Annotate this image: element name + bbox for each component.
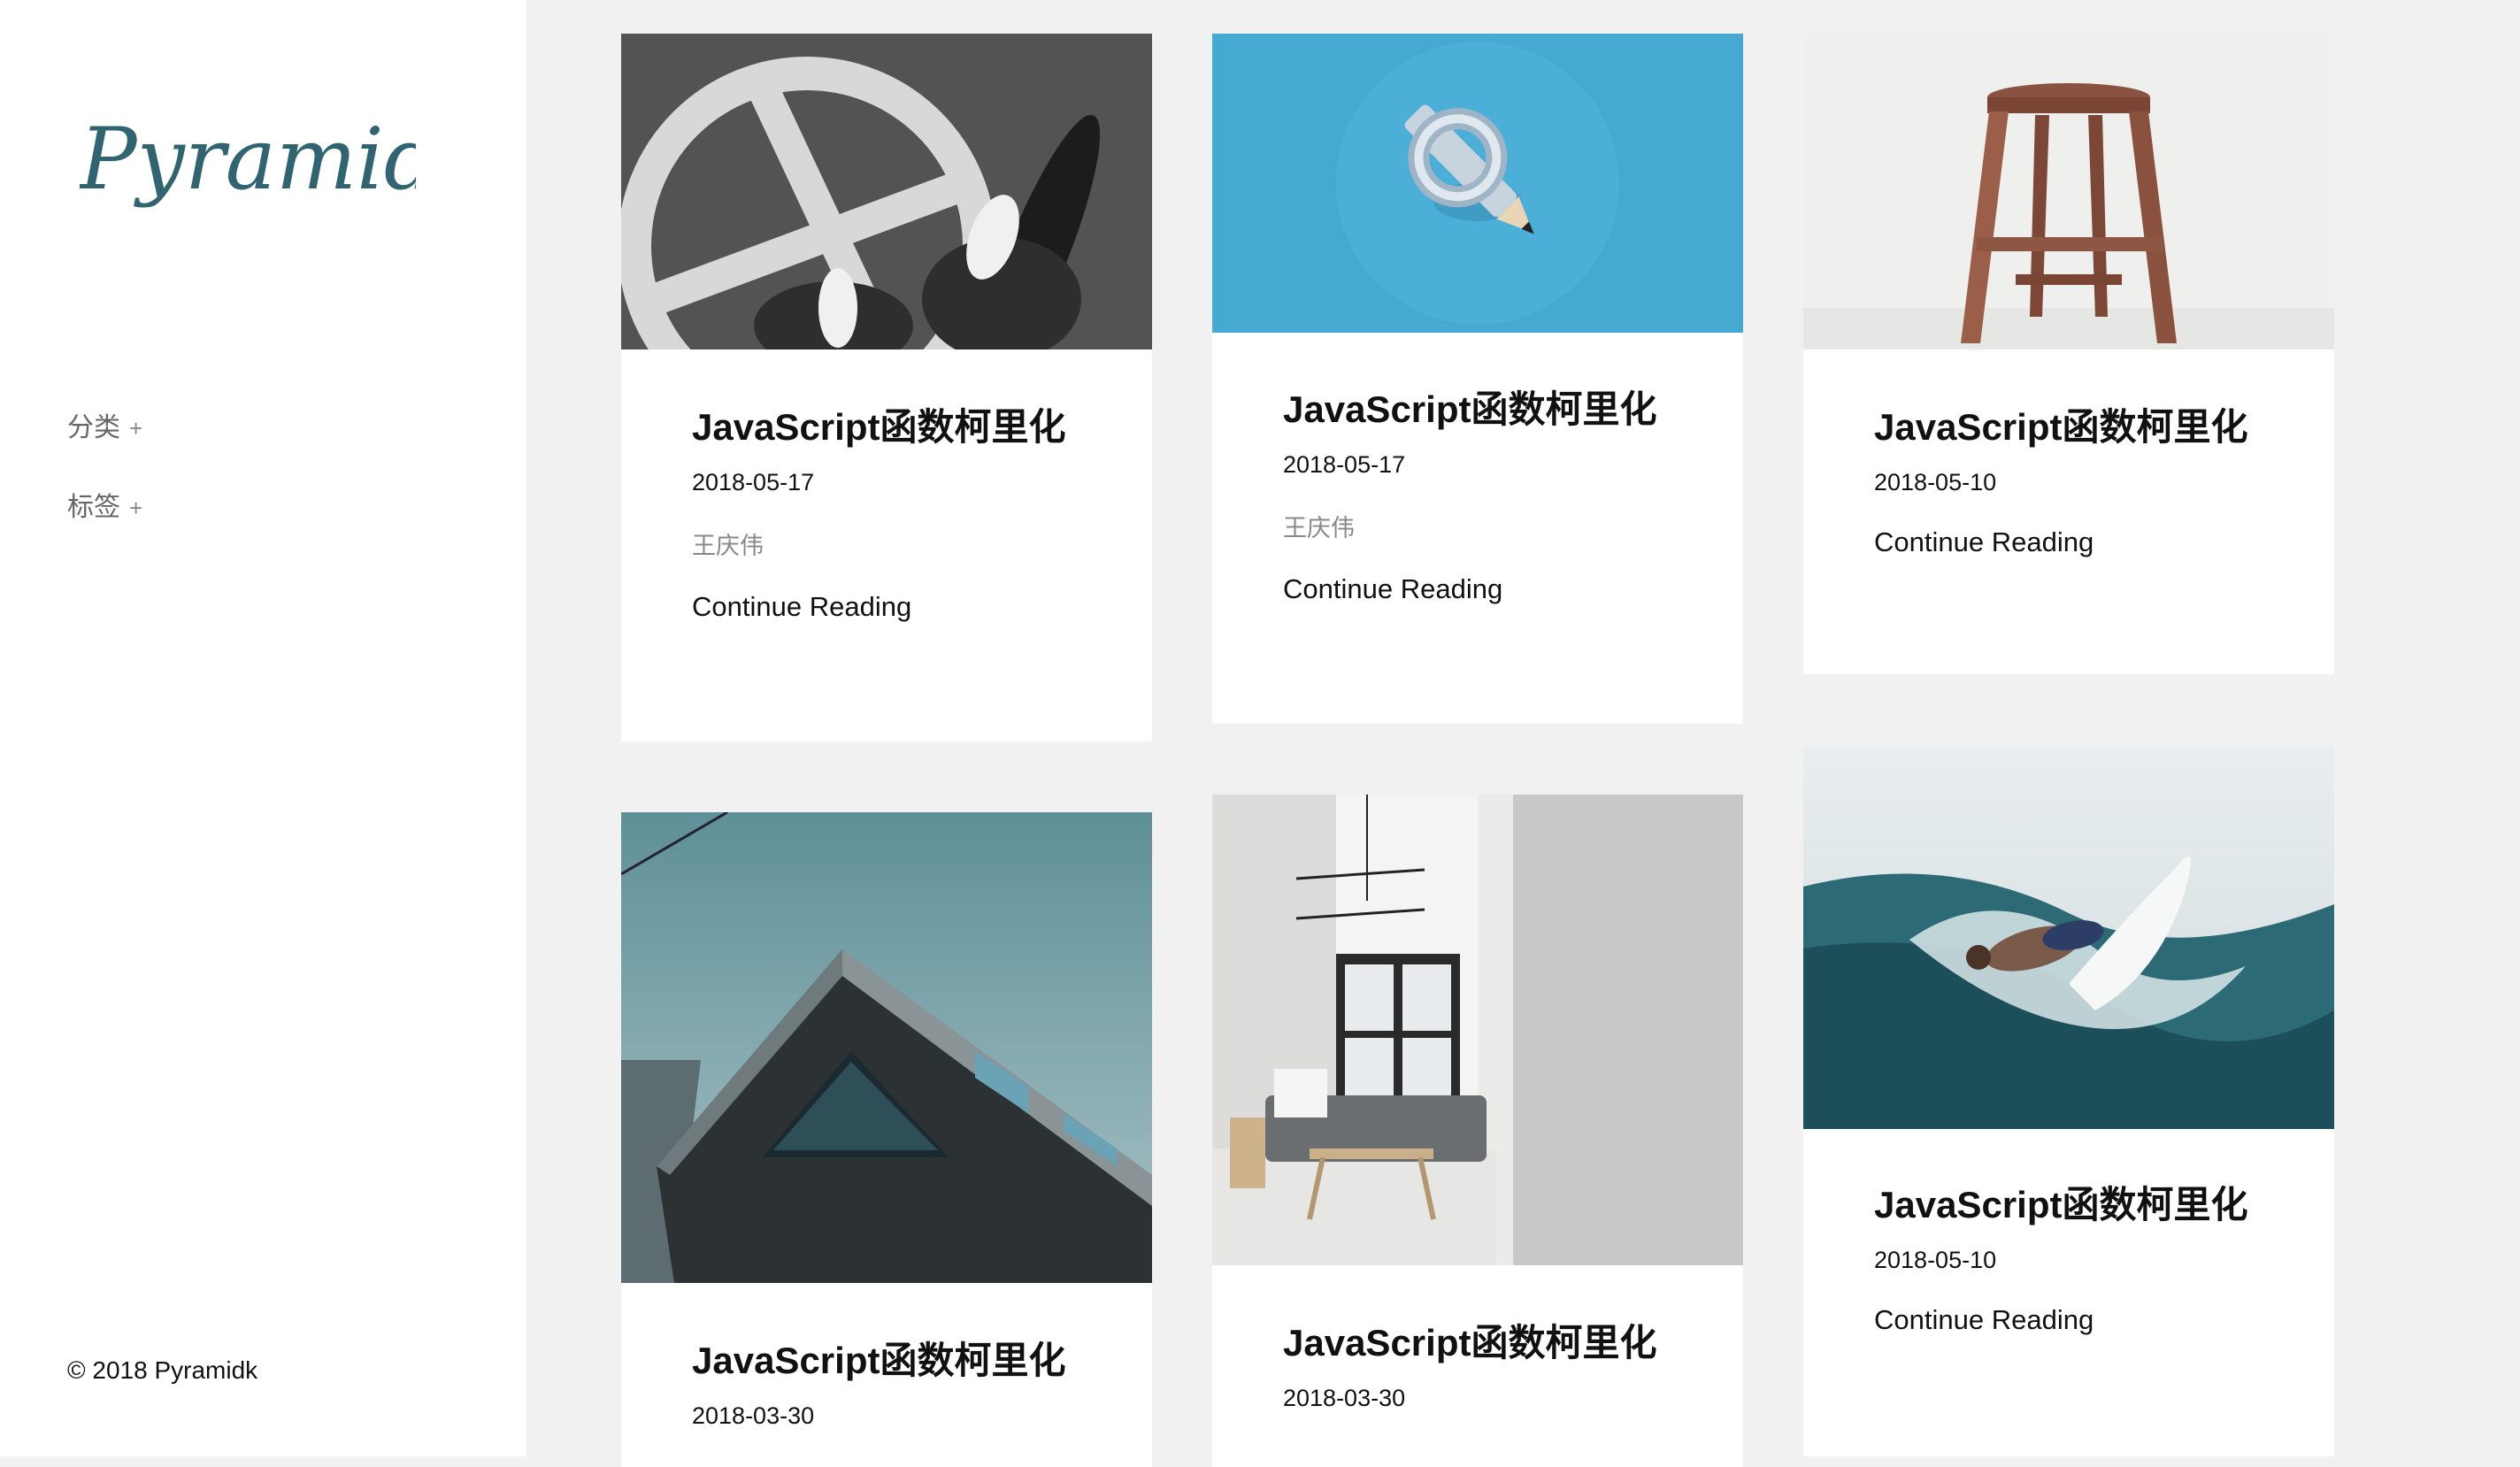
post-thumbnail[interactable] [1212,34,1743,333]
post-card[interactable]: JavaScript函数柯里化 2018-03-30 [621,812,1152,1467]
post-card[interactable]: JavaScript函数柯里化 2018-03-30 [1212,795,1743,1467]
post-title[interactable]: JavaScript函数柯里化 [1283,1321,1690,1365]
post-author[interactable]: 王庆伟 [692,526,1099,561]
post-title[interactable]: JavaScript函数柯里化 [1874,1183,2281,1227]
post-thumbnail[interactable] [1212,795,1743,1265]
post-content: JavaScript函数柯里化 2018-05-10 Continue Read… [1874,1183,2281,1336]
post-content: JavaScript函数柯里化 2018-05-17 王庆伟 Continue … [692,405,1099,623]
post-card[interactable]: JavaScript函数柯里化 2018-05-10 Continue Read… [1803,745,2334,1456]
site-logo[interactable]: Pyramid [80,104,416,228]
post-content: JavaScript函数柯里化 2018-03-30 [692,1339,1099,1430]
post-title[interactable]: JavaScript函数柯里化 [692,1339,1099,1383]
nav-categories-label: 分类 [67,413,120,442]
post-title[interactable]: JavaScript函数柯里化 [1874,405,2281,449]
post-date: 2018-05-10 [1874,1247,1997,1273]
continue-reading-link[interactable]: Continue Reading [1874,526,2281,558]
post-card[interactable]: JavaScript函数柯里化 2018-05-10 Continue Read… [1803,34,2334,674]
knotted-pencil-photo [1212,34,1743,333]
post-date: 2018-05-17 [1283,451,1406,478]
nav-tags-label: 标签 [67,493,120,522]
post-card[interactable]: JavaScript函数柯里化 2018-05-17 王庆伟 Continue … [1212,34,1743,724]
expand-icon: + [129,415,143,442]
continue-reading-link[interactable]: Continue Reading [1283,573,1690,605]
post-thumbnail[interactable] [621,34,1152,349]
nav-categories[interactable]: 分类 + [67,405,142,444]
surfer-photo [1803,745,2334,1129]
post-card[interactable]: JavaScript函数柯里化 2018-05-17 王庆伟 Continue … [621,34,1152,741]
post-title[interactable]: JavaScript函数柯里化 [692,405,1099,449]
post-thumbnail[interactable] [1803,34,2334,349]
post-thumbnail[interactable] [621,812,1152,1283]
post-content: JavaScript函数柯里化 2018-05-10 Continue Read… [1874,405,2281,558]
post-date: 2018-05-17 [692,469,815,495]
nav-tags[interactable]: 标签 + [67,485,142,524]
continue-reading-link[interactable]: Continue Reading [692,591,1099,623]
living-room-photo [1212,795,1743,1265]
post-title[interactable]: JavaScript函数柯里化 [1283,388,1690,432]
sidebar: Pyramid 分类 + 标签 + © 2018 Pyramidk [0,0,526,1456]
post-content: JavaScript函数柯里化 2018-03-30 [1283,1321,1690,1412]
dark-house-photo [621,812,1152,1283]
continue-reading-link[interactable]: Continue Reading [1874,1304,2281,1336]
post-date: 2018-03-30 [692,1402,815,1429]
skateboard-photo [621,34,1152,349]
post-date: 2018-03-30 [1283,1385,1406,1411]
post-date: 2018-05-10 [1874,469,1997,495]
svg-text:Pyramid: Pyramid [80,110,416,209]
copyright: © 2018 Pyramidk [67,1356,258,1384]
post-content: JavaScript函数柯里化 2018-05-17 王庆伟 Continue … [1283,388,1690,605]
wooden-stool-photo [1803,34,2334,349]
post-thumbnail[interactable] [1803,745,2334,1129]
expand-icon: + [129,495,143,521]
post-author[interactable]: 王庆伟 [1283,509,1690,543]
